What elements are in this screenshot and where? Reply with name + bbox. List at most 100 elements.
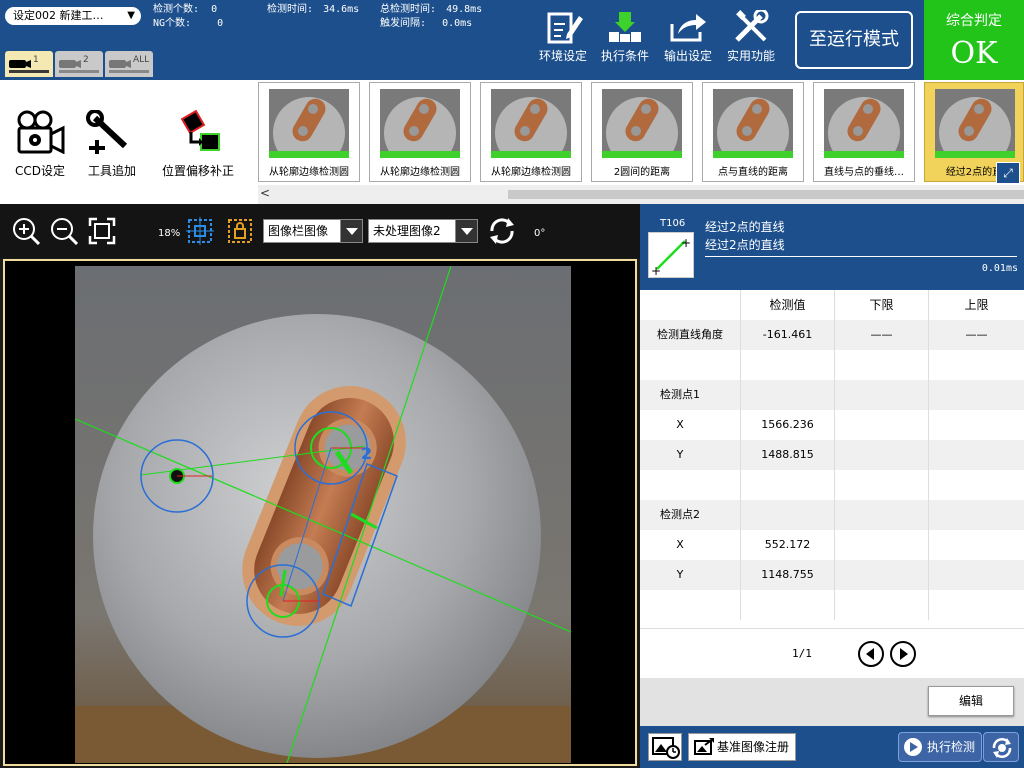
zoom-in-icon[interactable]: [12, 217, 40, 245]
table-row[interactable]: Y 1488.815: [640, 440, 1024, 470]
row-name: [640, 590, 740, 620]
mode-tab-1-bar: [9, 70, 49, 73]
table-row[interactable]: 检测点1: [640, 380, 1024, 410]
image-source-select[interactable]: 图像栏图像: [263, 219, 363, 243]
camera-tab-icon: [59, 60, 81, 68]
inspection-image[interactable]: 2: [75, 266, 571, 763]
mode-tab-1[interactable]: 1: [5, 51, 53, 77]
edit-button[interactable]: 编辑: [928, 686, 1014, 716]
image-source-value: 图像栏图像: [268, 224, 329, 238]
mode-tab-all-label: ALL: [133, 55, 150, 65]
table-row[interactable]: X 552.172: [640, 530, 1024, 560]
expand-icon[interactable]: ⤢: [996, 162, 1020, 184]
table-row[interactable]: 检测直线角度 -161.461 —— ——: [640, 320, 1024, 350]
register-reference-label: 基准图像注册: [717, 740, 790, 754]
utility-button[interactable]: 实用功能: [721, 10, 781, 70]
total-time-value: 49.8ms: [446, 4, 483, 15]
register-reference-button[interactable]: 基准图像注册: [688, 733, 796, 761]
row-value: 1566.236: [740, 410, 834, 440]
table-row[interactable]: [640, 470, 1024, 500]
run-mode-button[interactable]: 至运行模式: [795, 11, 913, 69]
row-value: [740, 590, 834, 620]
output-setting-label: 输出设定: [663, 49, 712, 63]
column-header-lower: 下限: [834, 290, 928, 320]
thumbnail-label: 从轮廓边缘检测圆: [491, 167, 571, 178]
judge-value: OK: [950, 36, 998, 71]
table-row[interactable]: X 1566.236: [640, 410, 1024, 440]
image-capture-button[interactable]: [648, 733, 682, 761]
flow-arrows-icon: [609, 12, 641, 42]
column-header-upper: 上限: [928, 290, 1024, 320]
table-header-row: 检测值 下限 上限: [640, 290, 1024, 320]
scroll-track[interactable]: [508, 190, 1024, 199]
output-setting-button[interactable]: 输出设定: [658, 10, 718, 70]
tool-thumbnail[interactable]: 从轮廓边缘检测圆: [369, 82, 471, 182]
table-row[interactable]: [640, 350, 1024, 380]
thumbnail-image: [824, 89, 904, 151]
next-page-button[interactable]: [890, 641, 916, 667]
row-lower: [834, 500, 928, 530]
tool-thumbnail[interactable]: 2圆间的距离: [591, 82, 693, 182]
continuous-run-button[interactable]: [983, 732, 1019, 762]
scroll-left-icon[interactable]: <: [260, 186, 270, 200]
row-name: X: [676, 538, 684, 551]
label-2-overlay: 2: [361, 444, 372, 463]
row-value: -161.461: [740, 320, 834, 350]
bottom-bar: 基准图像注册 执行检测: [640, 726, 1024, 768]
ccd-setting-button[interactable]: CCD设定: [0, 110, 80, 179]
image-viewport[interactable]: 2: [3, 259, 637, 766]
position-correction-button[interactable]: 位置偏移补正: [158, 109, 238, 179]
row-lower: [834, 470, 928, 500]
setting-select[interactable]: 设定002 新建工… ▼: [5, 7, 141, 25]
env-setting-label: 环境设定: [538, 49, 587, 63]
detect-count-label: 检测个数:: [153, 4, 200, 15]
thumbnail-status-bar: [380, 151, 460, 158]
camera-tab-icon: [109, 60, 131, 68]
mode-tab-2-bar: [59, 70, 99, 73]
arrow-right-icon: [900, 648, 908, 660]
tool-thumbnail[interactable]: 从轮廓边缘检测圆: [480, 82, 582, 182]
exec-condition-button[interactable]: 执行条件: [595, 10, 655, 70]
rotate-icon[interactable]: [486, 215, 518, 247]
trigger-interval-value: 0.0ms: [442, 18, 473, 29]
share-arrow-icon: [670, 14, 706, 42]
grid-select-icon[interactable]: [186, 217, 214, 245]
row-value: [740, 470, 834, 500]
run-detect-button[interactable]: 执行检测: [898, 732, 982, 762]
fit-screen-icon[interactable]: [88, 217, 116, 245]
row-name: 检测点1: [660, 388, 700, 401]
zoom-out-icon[interactable]: [50, 217, 78, 245]
zoom-level: 18%: [158, 228, 181, 239]
mode-tab-all[interactable]: ALL: [105, 51, 153, 77]
detect-count-value: 0: [211, 4, 218, 15]
run-detect-label: 执行检测: [927, 740, 976, 754]
tool-thumbnail[interactable]: 直线与点的垂线…: [813, 82, 915, 182]
table-row[interactable]: 检测点2: [640, 500, 1024, 530]
pagination-bar: 1/1: [640, 628, 1024, 678]
row-upper: [928, 560, 1024, 590]
lock-region-icon[interactable]: [226, 217, 254, 245]
tool-thumbnail[interactable]: 从轮廓边缘检测圆: [258, 82, 360, 182]
row-lower: [834, 590, 928, 620]
row-upper: [928, 380, 1024, 410]
row-upper: ——: [928, 320, 1024, 350]
mode-tab-2[interactable]: 2: [55, 51, 103, 77]
mode-tabs: 1 2 ALL: [5, 51, 155, 77]
total-time-stat: 总检测时间: 49.8ms: [380, 4, 482, 16]
table-row[interactable]: Y 1148.755: [640, 560, 1024, 590]
detect-time-value: 34.6ms: [323, 4, 360, 15]
thumbnail-scrollbar[interactable]: <: [258, 185, 1024, 204]
row-upper: [928, 410, 1024, 440]
env-setting-button[interactable]: 环境设定: [533, 10, 593, 70]
prev-page-button[interactable]: [858, 641, 884, 667]
image-type-select[interactable]: 未处理图像2: [368, 219, 478, 243]
position-correction-label: 位置偏移补正: [161, 164, 234, 178]
row-value: [740, 350, 834, 380]
ng-count-value: 0: [217, 18, 224, 29]
doc-edit-icon: [547, 12, 583, 44]
thumbnail-label: 从轮廓边缘检测圆: [380, 167, 460, 178]
line-tool-icon: + +: [648, 232, 694, 278]
add-tool-button[interactable]: 工具追加: [72, 109, 152, 179]
tool-thumbnail[interactable]: 点与直线的距离: [702, 82, 804, 182]
table-row[interactable]: [640, 590, 1024, 620]
